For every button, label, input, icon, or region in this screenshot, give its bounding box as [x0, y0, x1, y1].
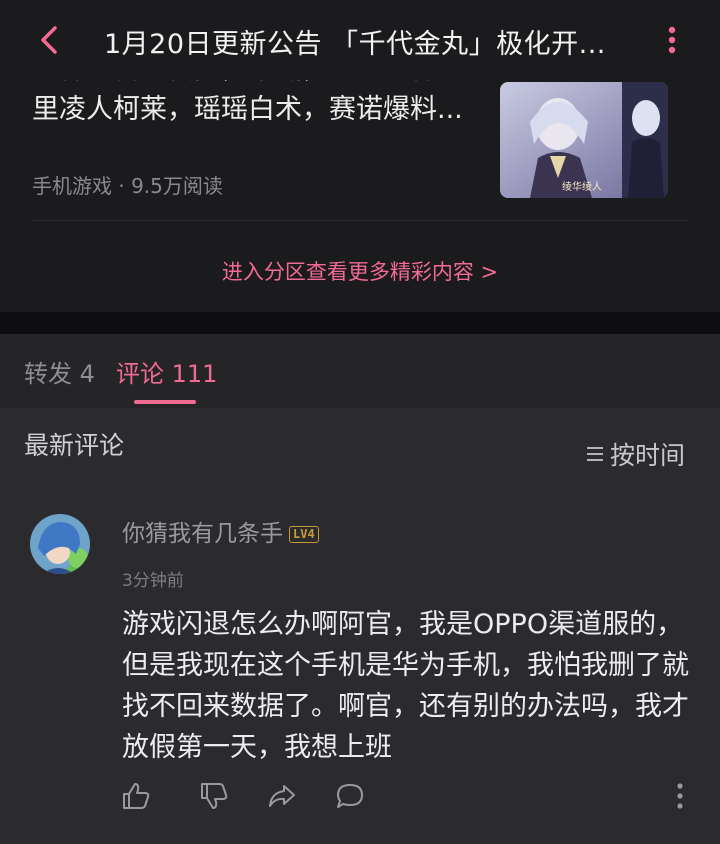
latest-comments-heading: 最新评论 [24, 431, 125, 460]
back-icon[interactable] [30, 20, 70, 60]
chat-bubble-icon[interactable] [334, 780, 366, 812]
divider [32, 220, 688, 221]
username-text: 你猜我有几条手 [122, 521, 283, 547]
top-bar: 1月20日更新公告 「千代金丸」极化开... [0, 0, 720, 80]
article-meta: 手机游戏 · 9.5万阅读 [32, 174, 223, 198]
comments-section: 最新评论 按时间 你猜我有几条手 LV4 3分钟前 游戏闪退怎么办啊阿官，我是OP… [0, 408, 720, 844]
vertical-dots-icon[interactable] [660, 20, 684, 60]
comment-body: 游戏闪退怎么办啊阿官，我是OPPO渠道服的，但是我现在这个手机是华为手机，我怕我… [122, 609, 689, 763]
enter-section-link[interactable]: 进入分区查看更多精彩内容 > [0, 256, 720, 286]
comment-time: 3分钟前 [122, 571, 184, 591]
sort-by-time-button[interactable]: 按时间 [586, 436, 685, 472]
thumbs-down-icon[interactable] [198, 780, 230, 812]
comment-username[interactable]: 你猜我有几条手 LV4 [122, 514, 319, 548]
article-line-2: 里凌人柯莱，瑶瑶白术，赛诺爆料... [32, 94, 463, 125]
share-arrow-icon[interactable] [266, 780, 298, 812]
page-title: 1月20日更新公告 「千代金丸」极化开... [104, 29, 606, 60]
comment-actions [120, 780, 700, 812]
tab-comment[interactable]: 评论 111 [116, 354, 217, 389]
article-thumbnail[interactable]: 绫华绫人 [500, 82, 668, 198]
active-tab-indicator [134, 400, 196, 404]
avatar[interactable] [30, 514, 90, 574]
list-lines-icon [586, 446, 604, 462]
level-badge: LV4 [289, 526, 319, 543]
sort-label: 按时间 [610, 441, 686, 470]
tab-bar: 转发 4 评论 111 [0, 334, 720, 408]
thumbs-up-icon[interactable] [120, 780, 152, 812]
section-gap [0, 312, 720, 334]
more-options-icon[interactable] [672, 780, 688, 812]
thumb-caption: 绫华绫人 [562, 180, 602, 193]
tab-repost[interactable]: 转发 4 [24, 354, 95, 389]
related-article-card[interactable]: 原神爆料：夜阑，平藏，久岐忍神 里凌人柯莱，瑶瑶白术，赛诺爆料... 手机游戏 … [0, 70, 720, 312]
